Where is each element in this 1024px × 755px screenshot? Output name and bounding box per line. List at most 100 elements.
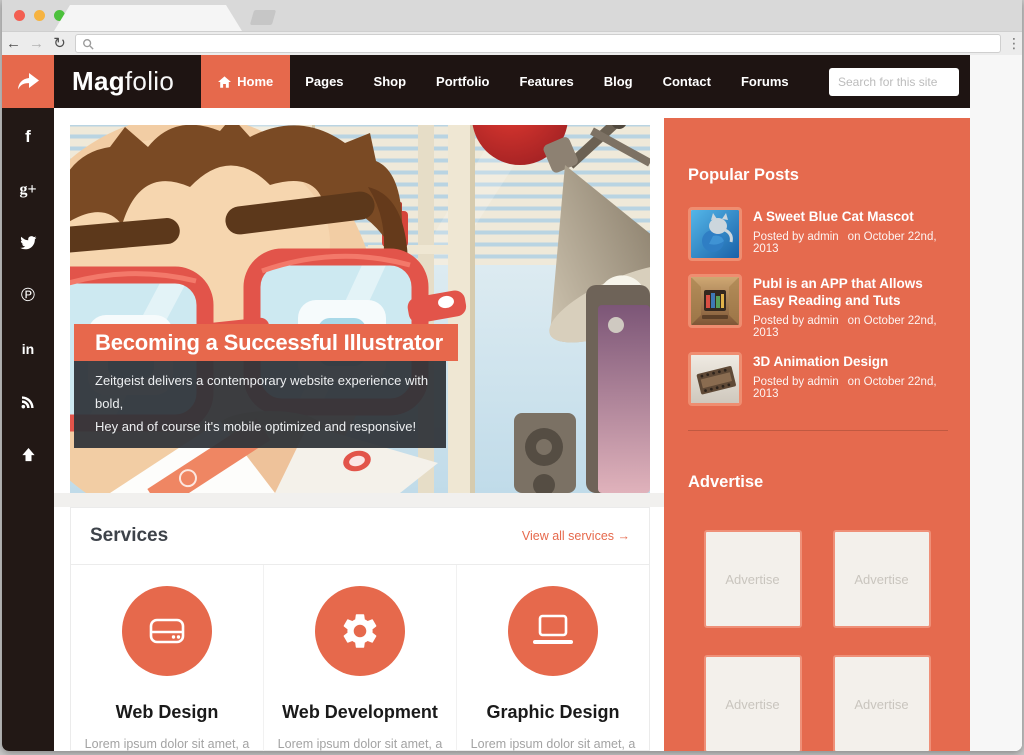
post-text: A Sweet Blue Cat Mascot Posted by admino… — [753, 207, 950, 261]
post-item-publ-app[interactable]: Publ is an APP that Allows Easy Reading … — [688, 274, 950, 339]
post-thumbnail — [688, 207, 742, 261]
screenshot-stage: ← → ↻ ⋮ — [0, 0, 1024, 755]
popular-posts-list: A Sweet Blue Cat Mascot Posted by admino… — [688, 207, 950, 406]
rss-feed-icon — [20, 394, 36, 410]
hero-slide[interactable]: Becoming a Successful Illustrator Zeitge… — [70, 125, 650, 493]
nav-item-home[interactable]: Home — [201, 55, 290, 108]
page-right-margin — [970, 55, 1022, 751]
services-section: Services View all services → Web Design — [70, 507, 650, 751]
post-author: Posted by admin — [753, 231, 839, 243]
post-thumbnail — [688, 274, 742, 328]
address-bar[interactable] — [75, 34, 1001, 53]
view-all-services-link[interactable]: View all services → — [522, 529, 630, 543]
linkedin-icon[interactable]: in — [2, 322, 54, 375]
twitter-icon[interactable] — [2, 216, 54, 269]
nav-item-contact[interactable]: Contact — [648, 55, 726, 108]
nav-label: Pages — [305, 74, 343, 89]
advertise-slot-3[interactable]: Advertise — [704, 655, 802, 751]
nav-item-features[interactable]: Features — [504, 55, 588, 108]
nav-item-shop[interactable]: Shop — [359, 55, 422, 108]
facebook-icon[interactable]: f — [2, 110, 54, 163]
service-title: Graphic Design — [486, 702, 619, 723]
browser-chrome: ← → ↻ ⋮ — [2, 0, 1022, 55]
facebook-glyph: f — [25, 127, 31, 147]
services-columns: Web Design Lorem ipsum dolor sit amet, a… — [71, 565, 649, 751]
logo-bold: Mag — [72, 66, 125, 97]
post-title: 3D Animation Design — [753, 353, 950, 370]
services-header: Services View all services → — [71, 508, 649, 565]
service-excerpt: Lorem ipsum dolor sit amet, a — [85, 737, 250, 751]
site-search-input[interactable] — [829, 68, 959, 96]
close-button[interactable] — [14, 10, 25, 21]
site-header: Magfolio Home Pages Shop Portfolio Featu… — [54, 55, 970, 108]
service-card-web-design[interactable]: Web Design Lorem ipsum dolor sit amet, a — [71, 565, 263, 751]
advertise-slot-4[interactable]: Advertise — [833, 655, 931, 751]
advertise-label: Advertise — [725, 697, 779, 712]
nav-label: Shop — [374, 74, 407, 89]
post-title: A Sweet Blue Cat Mascot — [753, 208, 950, 225]
rss-icon[interactable] — [2, 375, 54, 428]
speaker — [514, 413, 576, 493]
service-excerpt: Lorem ipsum dolor sit amet, a — [471, 737, 636, 751]
section-gap — [54, 493, 664, 507]
browser-menu-icon[interactable]: ⋮ — [1006, 35, 1022, 52]
nav-label: Blog — [604, 74, 633, 89]
advertise-slot-1[interactable]: Advertise — [704, 530, 802, 628]
google-plus-icon[interactable]: g+ — [2, 163, 54, 216]
bookshelf-app-thumbnail-image — [691, 277, 739, 325]
nav-item-portfolio[interactable]: Portfolio — [421, 55, 504, 108]
advertise-label: Advertise — [854, 697, 908, 712]
advertise-slot-2[interactable]: Advertise — [833, 530, 931, 628]
site-logo[interactable]: Magfolio — [54, 55, 201, 108]
laptop-icon — [531, 614, 575, 648]
share-arrow-icon — [15, 70, 41, 94]
forward-button[interactable]: → — [25, 32, 48, 55]
service-icon-circle — [315, 586, 405, 676]
nav-label: Features — [519, 74, 573, 89]
widget-sidebar: Popular Posts — [664, 118, 970, 751]
new-tab-button[interactable] — [250, 10, 276, 25]
service-title: Web Design — [116, 702, 219, 723]
post-title: Publ is an APP that Allows Easy Reading … — [753, 275, 950, 309]
post-item-blue-cat[interactable]: A Sweet Blue Cat Mascot Posted by admino… — [688, 207, 950, 261]
nav-label: Forums — [741, 74, 789, 89]
url-input[interactable] — [99, 36, 994, 52]
nav-item-forums[interactable]: Forums — [726, 55, 804, 108]
back-button[interactable]: ← — [2, 32, 25, 55]
service-card-web-development[interactable]: Web Development Lorem ipsum dolor sit am… — [263, 565, 456, 751]
browser-tab[interactable] — [54, 5, 242, 31]
hero-subtitle-line2: Hey and of course it's mobile optimized … — [95, 415, 432, 438]
hero-subtitle: Zeitgeist delivers a contemporary websit… — [74, 361, 446, 448]
minimize-button[interactable] — [34, 10, 45, 21]
nav-item-pages[interactable]: Pages — [290, 55, 358, 108]
pinterest-icon[interactable]: ℗ — [2, 269, 54, 322]
share-button[interactable] — [2, 55, 54, 108]
post-meta: Posted by adminon October 22nd, 2013 — [753, 315, 950, 339]
service-title: Web Development — [282, 702, 438, 723]
scroll-top-button[interactable] — [2, 428, 54, 481]
advertise-grid: Advertise Advertise Advertise Advertise — [664, 530, 970, 751]
service-card-graphic-design[interactable]: Graphic Design Lorem ipsum dolor sit ame… — [456, 565, 649, 751]
toolbar: ← → ↻ ⋮ — [2, 31, 1022, 56]
twitter-bird-icon — [20, 236, 37, 250]
nav-label: Home — [237, 74, 273, 89]
webpage: Magfolio Home Pages Shop Portfolio Featu… — [2, 55, 1022, 751]
nav-item-blog[interactable]: Blog — [589, 55, 648, 108]
film-reel-thumbnail-image — [691, 355, 739, 403]
nav-label: Contact — [663, 74, 711, 89]
search-icon — [82, 38, 94, 50]
advertise-label: Advertise — [725, 572, 779, 587]
post-item-3d-animation[interactable]: 3D Animation Design Posted by adminon Oc… — [688, 352, 950, 406]
hard-drive-icon — [147, 611, 187, 651]
home-icon — [218, 76, 231, 88]
service-icon-circle — [122, 586, 212, 676]
post-author: Posted by admin — [753, 376, 839, 388]
linkedin-glyph: in — [22, 341, 34, 357]
service-icon-circle — [508, 586, 598, 676]
hero-title-banner[interactable]: Becoming a Successful Illustrator — [74, 324, 458, 361]
refresh-button[interactable]: ↻ — [48, 32, 71, 55]
post-text: Publ is an APP that Allows Easy Reading … — [753, 274, 950, 339]
services-heading: Services — [90, 525, 168, 547]
hero-subtitle-line1: Zeitgeist delivers a contemporary websit… — [95, 369, 432, 415]
advertise-label: Advertise — [854, 572, 908, 587]
